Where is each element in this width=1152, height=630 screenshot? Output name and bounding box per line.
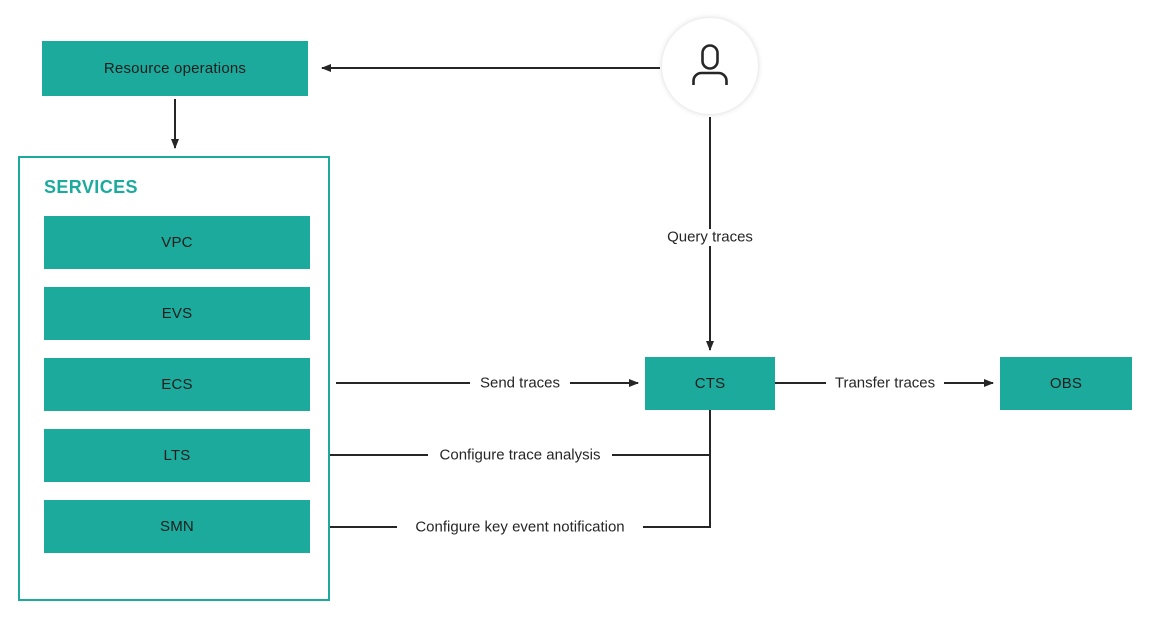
edge-label-query-traces: Query traces bbox=[659, 229, 761, 245]
cts-box[interactable]: CTS bbox=[645, 357, 775, 410]
service-item-lts[interactable]: LTS bbox=[44, 429, 310, 482]
service-item-label: ECS bbox=[161, 376, 193, 393]
service-item-label: EVS bbox=[161, 305, 193, 322]
cts-label: CTS bbox=[694, 375, 726, 392]
edge-label-configure-trace-analysis: Configure trace analysis bbox=[431, 447, 609, 463]
service-item-label: LTS bbox=[163, 447, 191, 464]
user-avatar[interactable] bbox=[662, 18, 758, 114]
resource-operations-box[interactable]: Resource operations bbox=[42, 41, 308, 96]
service-item-ecs[interactable]: ECS bbox=[44, 358, 310, 411]
service-item-label: VPC bbox=[161, 234, 193, 251]
diagram-canvas: Resource operations SERVICES VPC EVS ECS… bbox=[0, 0, 1152, 630]
resource-operations-label: Resource operations bbox=[103, 60, 247, 77]
edge-label-send-traces: Send traces bbox=[471, 375, 569, 391]
obs-box[interactable]: OBS bbox=[1000, 357, 1132, 410]
service-item-vpc[interactable]: VPC bbox=[44, 216, 310, 269]
edge-label-configure-key-event-notification: Configure key event notification bbox=[407, 519, 633, 535]
services-panel-title: SERVICES bbox=[44, 177, 138, 197]
obs-label: OBS bbox=[1049, 375, 1083, 392]
service-item-smn[interactable]: SMN bbox=[44, 500, 310, 553]
service-item-evs[interactable]: EVS bbox=[44, 287, 310, 340]
services-panel: SERVICES VPC EVS ECS LTS SMN ■ ■ ■ bbox=[18, 156, 330, 601]
user-icon bbox=[692, 44, 728, 85]
edge-label-transfer-traces: Transfer traces bbox=[826, 375, 944, 391]
edge-configure-key-event-notification bbox=[317, 455, 711, 531]
service-item-label: SMN bbox=[160, 518, 194, 535]
